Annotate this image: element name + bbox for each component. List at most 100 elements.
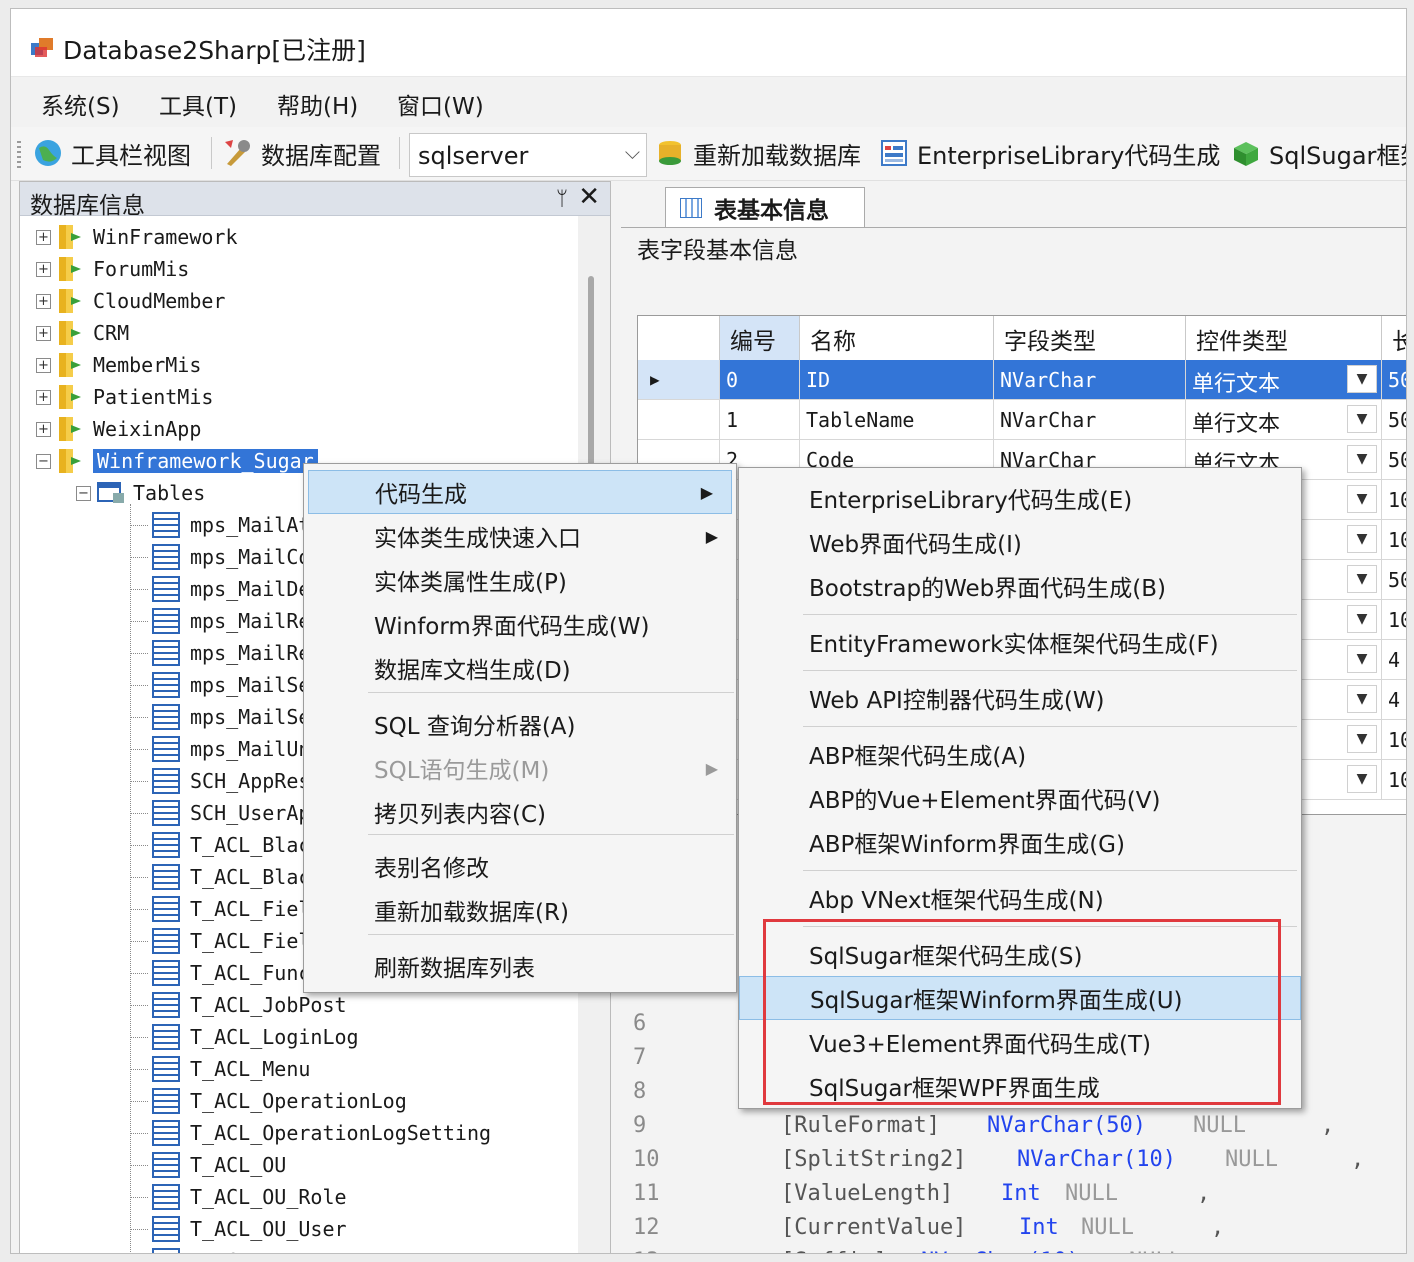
context-menu-item[interactable]: 表别名修改 [304,844,736,888]
tree-node-database[interactable]: + WinFramework [36,222,238,252]
dropdown-arrow-icon[interactable]: ▼ [1347,365,1377,393]
tree-node-tables[interactable]: − Tables [76,478,205,508]
grid-column-header[interactable]: 名称 [800,316,994,360]
grid-column-header[interactable]: 控件类型 [1186,316,1382,360]
tree-node-table[interactable]: mps_MailSe [152,670,310,700]
tree-node-table[interactable]: T_ACL_Blac [152,862,310,892]
grid-column-header[interactable]: 编号 [720,316,800,360]
expand-icon[interactable]: + [36,229,51,245]
grid-cell-len[interactable]: 4 [1382,680,1406,720]
context-menu-item[interactable]: SQL 查询分析器(A) [304,702,736,746]
tree-node-database[interactable]: + MemberMis [36,350,201,380]
tree-node-table[interactable]: T_ACL_Fiel [152,894,310,924]
submenu-item[interactable]: ABP的Vue+Element界面代码(V) [739,776,1301,820]
tree-node-table[interactable]: T_ACL_PostU [152,1246,322,1253]
tree-node-table[interactable]: T_ACL_OU_User [152,1214,347,1244]
collapse-icon[interactable]: − [76,485,91,501]
menu-help[interactable]: 帮助(H) [277,87,358,121]
grid-cell-ctrl[interactable]: 单行文本 ▼ [1186,400,1382,440]
dropdown-arrow-icon[interactable]: ▼ [1347,525,1377,553]
grid-cell-num[interactable]: 0 [720,360,800,400]
tree-node-table[interactable]: T_ACL_LoginLog [152,1022,359,1052]
tree-node-database[interactable]: + CloudMember [36,286,225,316]
dropdown-arrow-icon[interactable]: ▼ [1347,765,1377,793]
context-menu-item[interactable]: 拷贝列表内容(C) [304,790,736,834]
tree-node-database[interactable]: + CRM [36,318,129,348]
reload-db-button[interactable]: 重新加载数据库 [655,135,861,171]
grid-cell-len[interactable]: 10 [1382,760,1406,800]
submenu-item[interactable]: Abp VNext框架代码生成(N) [739,876,1301,920]
tree-node-table[interactable]: mps_MailSe [152,702,310,732]
collapse-icon[interactable]: − [36,453,51,469]
dropdown-arrow-icon[interactable]: ▼ [1347,445,1377,473]
tree-node-table[interactable]: T_ACL_OU_Role [152,1182,347,1212]
menu-tools[interactable]: 工具(T) [159,87,237,121]
submenu-item[interactable]: EntityFramework实体框架代码生成(F) [739,620,1301,664]
tree-node-table[interactable]: SCH_AppRes [152,766,310,796]
expand-icon[interactable]: + [36,421,51,437]
tab-table-info[interactable]: 表基本信息 [665,187,865,227]
dropdown-arrow-icon[interactable]: ▼ [1347,645,1377,673]
dropdown-arrow-icon[interactable]: ▼ [1347,405,1377,433]
grid-cell-len[interactable]: 50 [1382,360,1406,400]
grid-cell-len[interactable]: 10 [1382,520,1406,560]
expand-icon[interactable]: + [36,389,51,405]
tree-node-table[interactable]: SCH_UserAp [152,798,310,828]
grid-cell-type[interactable]: NVarChar [994,360,1186,400]
grid-row-selector[interactable] [638,400,720,440]
sqlsugar-button[interactable]: SqlSugar框架 [1231,135,1406,171]
grid-cell-ctrl[interactable]: 单行文本 ▼ [1186,360,1382,400]
grid-cell-num[interactable]: 1 [720,400,800,440]
close-icon[interactable]: ✕ [578,182,600,212]
tree-node-table[interactable]: T_ACL_Fiel [152,926,310,956]
tree-node-table[interactable]: T_ACL_Blac [152,830,310,860]
tree-node-table[interactable]: T_ACL_Func [152,958,310,988]
dropdown-arrow-icon[interactable]: ▼ [1347,565,1377,593]
context-menu-item[interactable]: 代码生成 ▶ [308,470,732,514]
tree-node-database[interactable]: + PatientMis [36,382,213,412]
toolbar-grip[interactable] [17,141,21,169]
entlib-button[interactable]: EnterpriseLibrary代码生成 [879,135,1220,171]
dropdown-arrow-icon[interactable]: ▼ [1347,725,1377,753]
grid-cell-len[interactable]: 50 [1382,400,1406,440]
context-menu-item[interactable]: 重新加载数据库(R) [304,888,736,932]
tree-node-table[interactable]: T_ACL_JobPost [152,990,347,1020]
tree-node-database[interactable]: − Winframework_Sugar [36,446,318,476]
grid-cell-len[interactable]: 10 [1382,480,1406,520]
grid-cell-len[interactable]: 50 [1382,560,1406,600]
context-menu-item[interactable]: Winform界面代码生成(W) [304,602,736,646]
grid-row-selector[interactable]: ▶ [638,360,720,400]
menu-system[interactable]: 系统(S) [41,87,120,121]
tree-node-table[interactable]: mps_MailRe [152,606,310,636]
dropdown-arrow-icon[interactable]: ▼ [1347,685,1377,713]
dropdown-arrow-icon[interactable]: ▼ [1347,605,1377,633]
tree-node-database[interactable]: + ForumMis [36,254,189,284]
tree-node-database[interactable]: + WeixinApp [36,414,201,444]
grid-cell-type[interactable]: NVarChar [994,400,1186,440]
expand-icon[interactable]: + [36,261,51,277]
grid-cell-len[interactable]: 4 [1382,640,1406,680]
submenu-item[interactable]: ABP框架Winform界面生成(G) [739,820,1301,864]
grid-cell-len[interactable]: 50 [1382,440,1406,480]
db-config-button[interactable]: 数据库配置 [223,135,381,171]
submenu-item[interactable]: ABP框架代码生成(A) [739,732,1301,776]
grid-cell-name[interactable]: ID [800,360,994,400]
context-menu-item[interactable]: 实体类属性生成(P) [304,558,736,602]
tree-node-table[interactable]: mps_MailCo [152,542,310,572]
expand-icon[interactable]: + [36,357,51,373]
tree-node-table[interactable]: T_ACL_Menu [152,1054,310,1084]
tree-node-table[interactable]: mps_MailRe [152,638,310,668]
toolbar-view-button[interactable]: 工具栏视图 [33,135,191,171]
submenu-item[interactable]: EnterpriseLibrary代码生成(E) [739,476,1301,520]
dropdown-arrow-icon[interactable]: ▼ [1347,485,1377,513]
scroll-thumb[interactable] [588,276,594,476]
grid-cell-len[interactable]: 10 [1382,600,1406,640]
expand-icon[interactable]: + [36,293,51,309]
tree-node-table[interactable]: mps_MailDe [152,574,310,604]
tree-node-table[interactable]: mps_MailAt [152,510,310,540]
grid-cell-len[interactable]: 10 [1382,720,1406,760]
grid-column-header[interactable]: 字段类型 [994,316,1186,360]
menu-window[interactable]: 窗口(W) [397,87,484,121]
tree-node-table[interactable]: T_ACL_OU [152,1150,286,1180]
grid-column-header[interactable]: 长 [1382,316,1406,360]
